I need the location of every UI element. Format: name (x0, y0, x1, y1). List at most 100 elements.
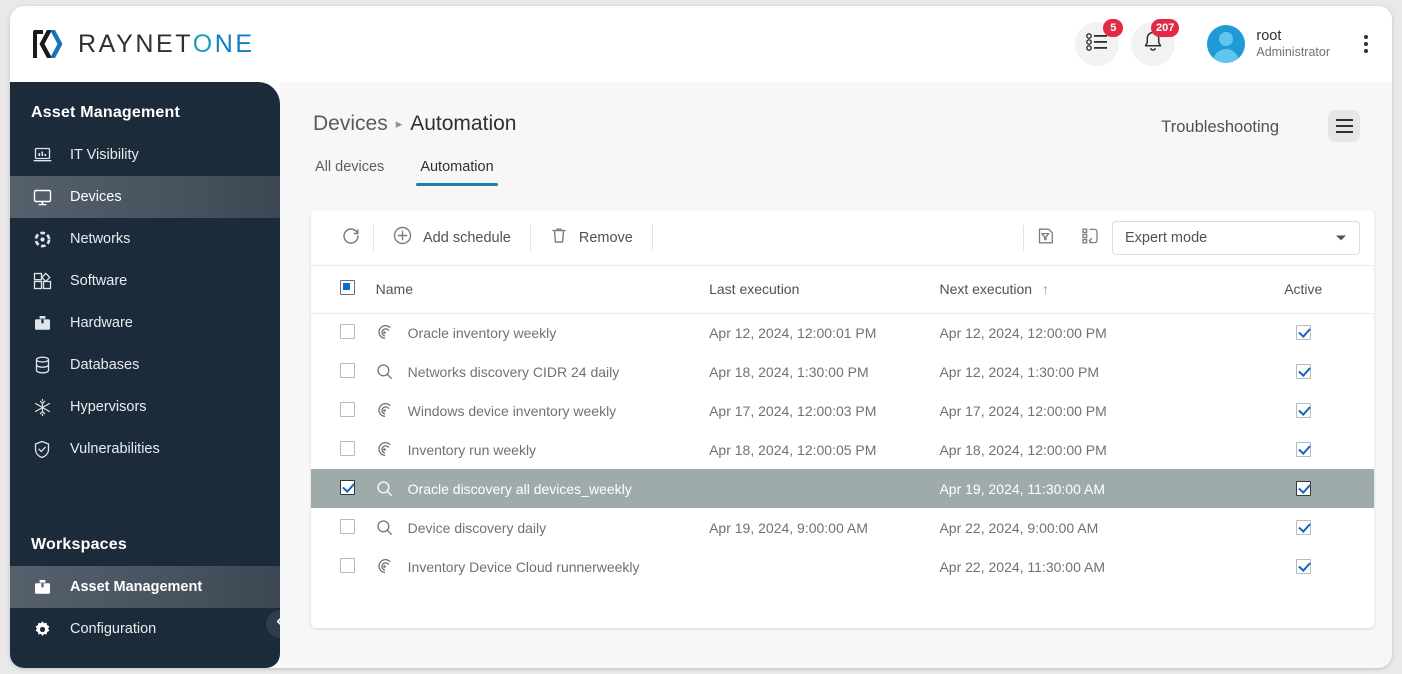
filter-button[interactable] (1024, 221, 1068, 255)
network-nodes-icon (31, 230, 53, 249)
table-toolbar: Add schedule Remove Expert mode (311, 210, 1374, 266)
column-header-name[interactable]: Name (375, 266, 710, 314)
inventory-scan-icon (376, 441, 394, 458)
row-next-execution: Apr 12, 2024, 1:30:00 PM (939, 363, 1100, 380)
sidebar-item-it-visibility[interactable]: IT Visibility (10, 134, 280, 176)
row-active-checkbox[interactable] (1295, 325, 1311, 341)
task-list-button[interactable]: 5 (1075, 19, 1124, 66)
row-last-execution: Apr 12, 2024, 12:00:01 PM (709, 324, 877, 341)
sidebar-item-label: IT Visibility (70, 147, 139, 163)
sidebar-item-hypervisors[interactable]: Hypervisors (10, 386, 280, 428)
toolbar-divider (651, 224, 653, 251)
sidebar-item-networks[interactable]: Networks (10, 218, 280, 260)
monitor-icon (31, 189, 53, 206)
row-select-checkbox[interactable] (340, 323, 355, 339)
row-name-cell: Inventory Device Cloud runnerweekly (376, 547, 709, 586)
column-header-last-execution[interactable]: Last execution (709, 266, 940, 314)
sidebar-item-software[interactable]: Software (10, 260, 280, 302)
remove-button[interactable]: Remove (531, 221, 652, 255)
sidebar-item-databases[interactable]: Databases (10, 344, 280, 386)
sidebar-item-label: Hypervisors (70, 399, 147, 415)
row-active-checkbox[interactable] (1295, 481, 1311, 496)
table-body: Oracle inventory weekly Apr 12, 2024, 12:… (311, 313, 1374, 586)
row-name-label: Windows device inventory weekly (407, 402, 617, 419)
notifications-button[interactable]: 207 (1131, 19, 1180, 66)
row-name-cell: Networks discovery CIDR 24 daily (376, 352, 709, 391)
sidebar-item-label: Asset Management (70, 579, 203, 595)
table-row[interactable]: Oracle discovery all devices_weekly Apr 1… (311, 469, 1374, 508)
table-row[interactable]: Networks discovery CIDR 24 daily Apr 18, … (311, 352, 1374, 391)
row-name-label: Networks discovery CIDR 24 daily (407, 363, 620, 380)
row-select-checkbox[interactable] (340, 362, 355, 378)
row-select-checkbox[interactable] (340, 557, 355, 573)
row-select-checkbox[interactable] (340, 440, 355, 456)
add-schedule-button[interactable]: Add schedule (374, 221, 530, 255)
column-header-next-execution[interactable]: Next execution ↑ (939, 266, 1233, 314)
toolbox-icon (31, 315, 53, 332)
row-name-cell: Windows device inventory weekly (376, 391, 709, 430)
sidebar-item-configuration[interactable]: Configuration (10, 608, 280, 650)
row-select-cell (311, 391, 376, 430)
row-active-checkbox[interactable] (1295, 364, 1311, 379)
row-select-cell (311, 469, 376, 508)
row-name-cell: Oracle inventory weekly (376, 313, 709, 352)
sidebar-item-asset-management[interactable]: Asset Management (10, 566, 280, 608)
row-next-execution: Apr 17, 2024, 12:00:00 PM (939, 402, 1107, 419)
sidebar-item-devices[interactable]: Devices (10, 176, 280, 218)
table-row[interactable]: Inventory Device Cloud runnerweekly Apr 2… (311, 547, 1374, 586)
row-name-cell: Oracle discovery all devices_weekly (375, 469, 710, 508)
row-active-checkbox[interactable] (1295, 520, 1311, 535)
sidebar-item-label: Networks (70, 231, 131, 247)
sidebar: Asset Management IT Visibility Devices N… (10, 82, 280, 668)
table-row[interactable]: Windows device inventory weekly Apr 17, 2… (311, 391, 1374, 430)
tab-automation[interactable]: Automation (416, 156, 499, 186)
brand-logo[interactable]: RAYNETONE (31, 29, 255, 59)
row-select-checkbox[interactable] (340, 401, 355, 417)
sidebar-item-label: Hardware (70, 315, 133, 331)
row-active-cell (1233, 508, 1375, 547)
table-row[interactable]: Oracle inventory weekly Apr 12, 2024, 12:… (311, 313, 1374, 352)
column-header-active[interactable]: Active (1232, 266, 1374, 314)
kebab-menu-icon[interactable] (1356, 29, 1376, 59)
brand-name: RAYNETONE (78, 29, 255, 58)
sidebar-item-vulnerabilities[interactable]: Vulnerabilities (10, 428, 280, 470)
breadcrumb-current: Automation (410, 112, 517, 135)
tab-all-devices[interactable]: All devices (311, 156, 388, 186)
row-active-cell (1233, 547, 1375, 586)
sidebar-item-label: Configuration (70, 621, 157, 637)
column-settings-button[interactable] (1068, 221, 1112, 255)
sidebar-workspaces-title: Workspaces (31, 536, 127, 553)
troubleshooting-link[interactable]: Troubleshooting (1161, 118, 1279, 137)
row-select-cell (311, 313, 376, 352)
laptop-chart-icon (31, 147, 53, 163)
filter-document-icon (1036, 226, 1056, 250)
sidebar-item-hardware[interactable]: Hardware (10, 302, 280, 344)
mode-select-value: Expert mode (1125, 229, 1208, 246)
sort-ascending-icon: ↑ (1041, 281, 1049, 298)
hamburger-menu-icon[interactable] (1328, 110, 1360, 142)
row-name-label: Inventory run weekly (407, 441, 537, 458)
row-active-checkbox[interactable] (1295, 559, 1311, 574)
row-active-cell (1233, 313, 1375, 352)
column-settings-icon (1080, 226, 1100, 250)
user-menu[interactable]: root Administrator (1207, 25, 1330, 63)
row-select-checkbox[interactable] (340, 518, 355, 534)
refresh-button[interactable] (329, 221, 373, 255)
raynet-logo-icon (31, 29, 65, 59)
row-active-checkbox[interactable] (1295, 442, 1311, 457)
user-role: Administrator (1256, 45, 1330, 60)
row-last-execution: Apr 17, 2024, 12:00:03 PM (709, 402, 877, 419)
trash-icon (550, 226, 568, 249)
row-next-execution: Apr 22, 2024, 9:00:00 AM (939, 519, 1099, 536)
row-name-cell: Inventory run weekly (376, 430, 709, 469)
automation-table-card: Add schedule Remove Expert mode Name Las… (311, 210, 1374, 628)
table-row[interactable]: Device discovery daily Apr 19, 2024, 9:00… (311, 508, 1374, 547)
breadcrumb-root[interactable]: Devices (313, 112, 388, 136)
select-all-checkbox[interactable] (340, 280, 355, 296)
mode-select[interactable]: Expert mode (1112, 220, 1360, 255)
row-select-cell (311, 547, 376, 586)
row-next-execution: Apr 22, 2024, 11:30:00 AM (939, 558, 1105, 575)
table-row[interactable]: Inventory run weekly Apr 18, 2024, 12:00:… (311, 430, 1374, 469)
row-select-checkbox[interactable] (340, 479, 355, 495)
row-active-checkbox[interactable] (1295, 403, 1311, 418)
